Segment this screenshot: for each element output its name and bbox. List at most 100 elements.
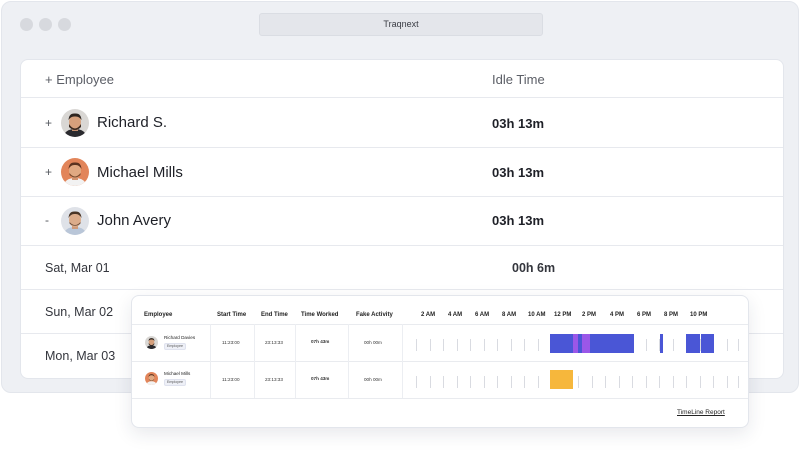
timeline-tick	[605, 376, 606, 388]
avatar	[61, 207, 89, 235]
timeline-tick	[416, 339, 417, 351]
end-time: 23:13:33	[265, 377, 283, 382]
day-date: Sun, Mar 02	[45, 305, 114, 319]
timeline-activity-bar[interactable]	[582, 334, 590, 353]
avatar	[145, 372, 158, 385]
employee-row-michael[interactable]: + Michael Mills 03h 13m	[21, 148, 783, 197]
timeline-row-divider	[132, 361, 748, 362]
timeline-tick	[713, 376, 714, 388]
expand-toggle[interactable]: +	[45, 165, 52, 179]
time-worked: 07h 43m	[311, 339, 330, 344]
timeline-tick	[727, 376, 728, 388]
timeline-tick	[484, 376, 485, 388]
hour-label: 8 AM	[502, 312, 517, 318]
column-divider	[254, 324, 255, 398]
timeline-tick	[470, 339, 471, 351]
employee-column-header[interactable]: + Employee	[45, 72, 114, 87]
timeline-employee-name: Richard Davies	[164, 335, 196, 340]
column-divider	[402, 324, 403, 398]
address-bar[interactable]: Traqnext	[259, 13, 543, 36]
timeline-tick	[632, 376, 633, 388]
timeline-tick	[416, 376, 417, 388]
collapse-toggle[interactable]: -	[45, 213, 49, 227]
idle-time-value: 03h 13m	[492, 116, 545, 131]
timeline-tick	[443, 376, 444, 388]
timeline-tick	[538, 376, 539, 388]
timeline-tick	[673, 376, 674, 388]
timeline-tick	[524, 339, 525, 351]
timeline-tick	[592, 376, 593, 388]
timeline-tick	[646, 376, 647, 388]
window-maximize-dot[interactable]	[58, 18, 71, 31]
timeline-tick	[619, 376, 620, 388]
hour-label: 8 PM	[664, 312, 679, 318]
timeline-tick	[497, 376, 498, 388]
timeline-activity-bar[interactable]	[550, 334, 573, 353]
timeline-tick	[727, 339, 728, 351]
end-time: 23:13:33	[265, 340, 283, 345]
time-worked: 07h 43m	[311, 376, 330, 381]
timeline-tick	[430, 339, 431, 351]
timeline-report-link[interactable]: TimeLine Report	[677, 409, 725, 416]
start-time: 11:23:00	[222, 340, 240, 345]
timeline-header-employee: Employee	[144, 312, 173, 318]
timeline-tick	[738, 376, 739, 388]
timeline-tick	[511, 339, 512, 351]
timeline-activity-bar[interactable]	[590, 334, 634, 353]
day-idle-value: 00h 6m	[512, 261, 556, 275]
hour-label: 12 PM	[554, 312, 572, 318]
timeline-tick	[686, 376, 687, 388]
window-close-dot[interactable]	[20, 18, 33, 31]
hour-label: 2 AM	[421, 312, 436, 318]
timeline-tick	[700, 376, 701, 388]
hour-label: 2 PM	[582, 312, 597, 318]
idle-time-column-header: Idle Time	[492, 72, 545, 87]
timeline-header-worked: Time Worked	[301, 312, 339, 318]
expand-toggle[interactable]: +	[45, 116, 52, 130]
hour-label: 6 PM	[637, 312, 652, 318]
timeline-activity-bar[interactable]	[701, 334, 714, 353]
day-row[interactable]: Sat, Mar 01 00h 6m	[21, 246, 783, 290]
day-date: Sat, Mar 01	[45, 261, 110, 275]
day-date: Mon, Mar 03	[45, 349, 116, 363]
timeline-activity-bar[interactable]	[550, 370, 573, 389]
timeline-employee-name: Michael Mills	[164, 371, 191, 376]
hour-label: 6 AM	[475, 312, 490, 318]
timeline-tick	[524, 376, 525, 388]
timeline-activity-bar[interactable]	[686, 334, 700, 353]
app-screenshot: Traqnext + Employee Idle Time + Richard …	[0, 0, 800, 463]
timeline-activity-bar[interactable]	[660, 334, 663, 353]
timeline-tick	[673, 339, 674, 351]
timeline-tick	[511, 376, 512, 388]
hour-label: 10 AM	[528, 312, 546, 318]
column-divider	[348, 324, 349, 398]
timeline-report-card: Employee Start Time End Time Time Worked…	[131, 295, 749, 428]
employee-name: Michael Mills	[97, 164, 183, 181]
column-divider	[295, 324, 296, 398]
hour-label: 10 PM	[690, 312, 708, 318]
column-divider	[210, 324, 211, 398]
timeline-tick	[470, 376, 471, 388]
timeline-tick	[497, 339, 498, 351]
idle-time-value: 03h 13m	[492, 165, 545, 180]
fake-activity: 00h 00m	[364, 340, 382, 345]
window-minimize-dot[interactable]	[39, 18, 52, 31]
timeline-header-divider	[132, 324, 748, 325]
avatar	[61, 158, 89, 186]
fake-activity: 00h 00m	[364, 377, 382, 382]
idle-time-value: 03h 13m	[492, 213, 545, 228]
employee-row-john[interactable]: - John Avery 03h 13m	[21, 197, 783, 246]
timeline-header-fake: Fake Activity	[356, 312, 393, 318]
window-titlebar: Traqnext	[2, 2, 798, 46]
timeline-tick	[443, 339, 444, 351]
timeline-tick	[659, 376, 660, 388]
employee-row-richard[interactable]: + Richard S. 03h 13m	[21, 98, 783, 148]
start-time: 11:23:00	[222, 377, 240, 382]
employee-name: Richard S.	[97, 114, 168, 131]
hour-label: 4 AM	[448, 312, 463, 318]
timeline-row-divider	[132, 398, 748, 399]
table-header: + Employee Idle Time	[21, 60, 783, 98]
timeline-tick	[578, 376, 579, 388]
avatar	[61, 109, 89, 137]
timeline-header-end: End Time	[261, 312, 288, 318]
